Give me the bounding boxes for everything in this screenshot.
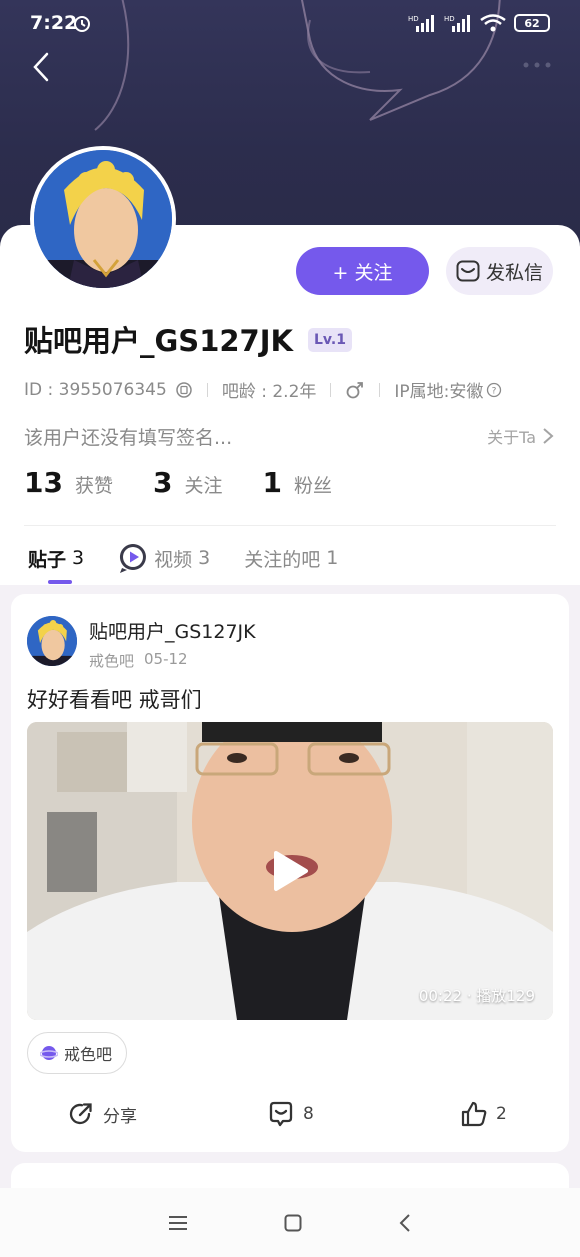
stat-following-label: 关注 xyxy=(184,475,223,497)
system-nav-bar xyxy=(0,1188,580,1257)
svg-text:HD: HD xyxy=(408,15,419,23)
svg-text:HD: HD xyxy=(444,15,455,23)
post-actions: 分享 8 2 xyxy=(11,1092,569,1136)
ip-location: IP属地:安徽 xyxy=(394,382,484,402)
tab-videos-label: 视频 xyxy=(154,548,193,571)
play-icon[interactable] xyxy=(270,849,310,893)
profile-meta: ID : 3955076345 吧龄 : 2.2年 IP属地:安徽 ? xyxy=(24,377,502,402)
comment-button[interactable]: 8 xyxy=(267,1092,314,1136)
tab-posts-label: 贴子 xyxy=(28,548,67,571)
share-icon xyxy=(69,1103,92,1125)
planet-icon xyxy=(40,1046,58,1060)
video-thumbnail[interactable]: 00:22 · 播放129 xyxy=(27,722,553,1020)
tab-followed-bars-label: 关注的吧 xyxy=(244,548,321,571)
profile-stats: 13 获赞 3 关注 1 粉丝 xyxy=(24,466,372,499)
level-badge: Lv.1 xyxy=(308,328,352,352)
stat-following-num: 3 xyxy=(152,466,173,499)
stat-fans-label: 粉丝 xyxy=(293,475,332,497)
tab-videos-count: 3 xyxy=(198,547,211,569)
profile-tabs: 贴子 3 视频 3 关注的吧 1 xyxy=(28,533,372,584)
battery-icon: 62 xyxy=(514,14,550,32)
status-icons: HD HD 62 xyxy=(408,14,550,32)
help-icon[interactable]: ? xyxy=(486,382,502,398)
tab-active-indicator xyxy=(48,580,72,584)
post-author-avatar[interactable] xyxy=(27,616,77,666)
post-forum[interactable]: 戒色吧 xyxy=(89,650,134,671)
follow-button-label: + 关注 xyxy=(332,261,393,284)
forum-chip-label: 戒色吧 xyxy=(64,1045,113,1064)
chevron-right-icon xyxy=(543,428,554,444)
forum-chip[interactable]: 戒色吧 xyxy=(27,1032,128,1074)
post-date: 05-12 xyxy=(144,650,188,668)
status-bar: 7:22 HD HD 62 xyxy=(0,0,580,50)
signature: 该用户还没有填写签名... xyxy=(24,427,233,449)
tab-followed-bars[interactable]: 关注的吧 1 xyxy=(244,538,338,578)
post-text: 好好看看吧 戒哥们 xyxy=(27,688,202,712)
post-meta: 戒色吧 05-12 xyxy=(89,650,188,671)
alarm-icon xyxy=(74,16,90,32)
share-button[interactable]: 分享 xyxy=(67,1092,137,1136)
like-count: 2 xyxy=(496,1104,507,1124)
message-icon xyxy=(456,260,480,282)
thumbs-up-icon xyxy=(461,1101,487,1127)
back-arrow-icon[interactable] xyxy=(30,52,52,82)
like-button[interactable]: 2 xyxy=(460,1092,507,1136)
tab-posts-count: 3 xyxy=(72,547,85,569)
wifi-icon xyxy=(480,14,506,32)
stat-following[interactable]: 3 关注 xyxy=(153,466,223,499)
copy-icon[interactable] xyxy=(175,381,193,399)
home-icon[interactable] xyxy=(284,1214,302,1232)
comment-icon xyxy=(269,1101,293,1127)
post-card[interactable]: 贴吧用户_GS127JK 戒色吧 05-12 好好看看吧 戒哥们 00:22 ·… xyxy=(11,594,569,1152)
user-id: ID : 3955076345 xyxy=(24,379,167,400)
follow-button[interactable]: + 关注 xyxy=(296,247,429,295)
system-back-icon[interactable] xyxy=(398,1213,412,1233)
share-label: 分享 xyxy=(103,1106,137,1127)
tab-followed-bars-count: 1 xyxy=(326,547,339,569)
signal-icon: HD xyxy=(408,15,434,32)
menu-icon[interactable] xyxy=(168,1215,188,1231)
tab-videos[interactable]: 视频 3 xyxy=(118,538,210,578)
stat-likes-label: 获赞 xyxy=(74,475,113,497)
stat-fans-num: 1 xyxy=(262,466,282,499)
bar-age: 吧龄 : 2.2年 xyxy=(221,382,317,402)
about-ta-link[interactable]: 关于Ta xyxy=(487,424,554,448)
send-message-label: 发私信 xyxy=(485,261,543,284)
stat-likes[interactable]: 13 获赞 xyxy=(24,466,113,499)
stat-likes-num: 13 xyxy=(24,466,63,499)
avatar[interactable] xyxy=(30,146,176,292)
divider xyxy=(24,525,556,526)
signal-icon-2: HD xyxy=(444,15,470,32)
status-time: 7:22 xyxy=(30,12,78,34)
male-gender-icon xyxy=(346,381,364,398)
about-ta-label: 关于Ta xyxy=(487,428,536,447)
svg-text:?: ? xyxy=(492,386,497,396)
tab-posts[interactable]: 贴子 3 xyxy=(28,538,85,584)
post-author-name[interactable]: 贴吧用户_GS127JK xyxy=(89,617,256,644)
video-duration-plays: 00:22 · 播放129 xyxy=(418,987,535,1005)
comment-count: 8 xyxy=(303,1104,314,1124)
video-play-icon xyxy=(120,544,147,573)
profile-username: 贴吧用户_GS127JK xyxy=(24,324,293,358)
send-message-button[interactable]: 发私信 xyxy=(446,247,553,295)
stat-fans[interactable]: 1 粉丝 xyxy=(262,466,332,499)
more-options-icon[interactable] xyxy=(522,60,552,70)
